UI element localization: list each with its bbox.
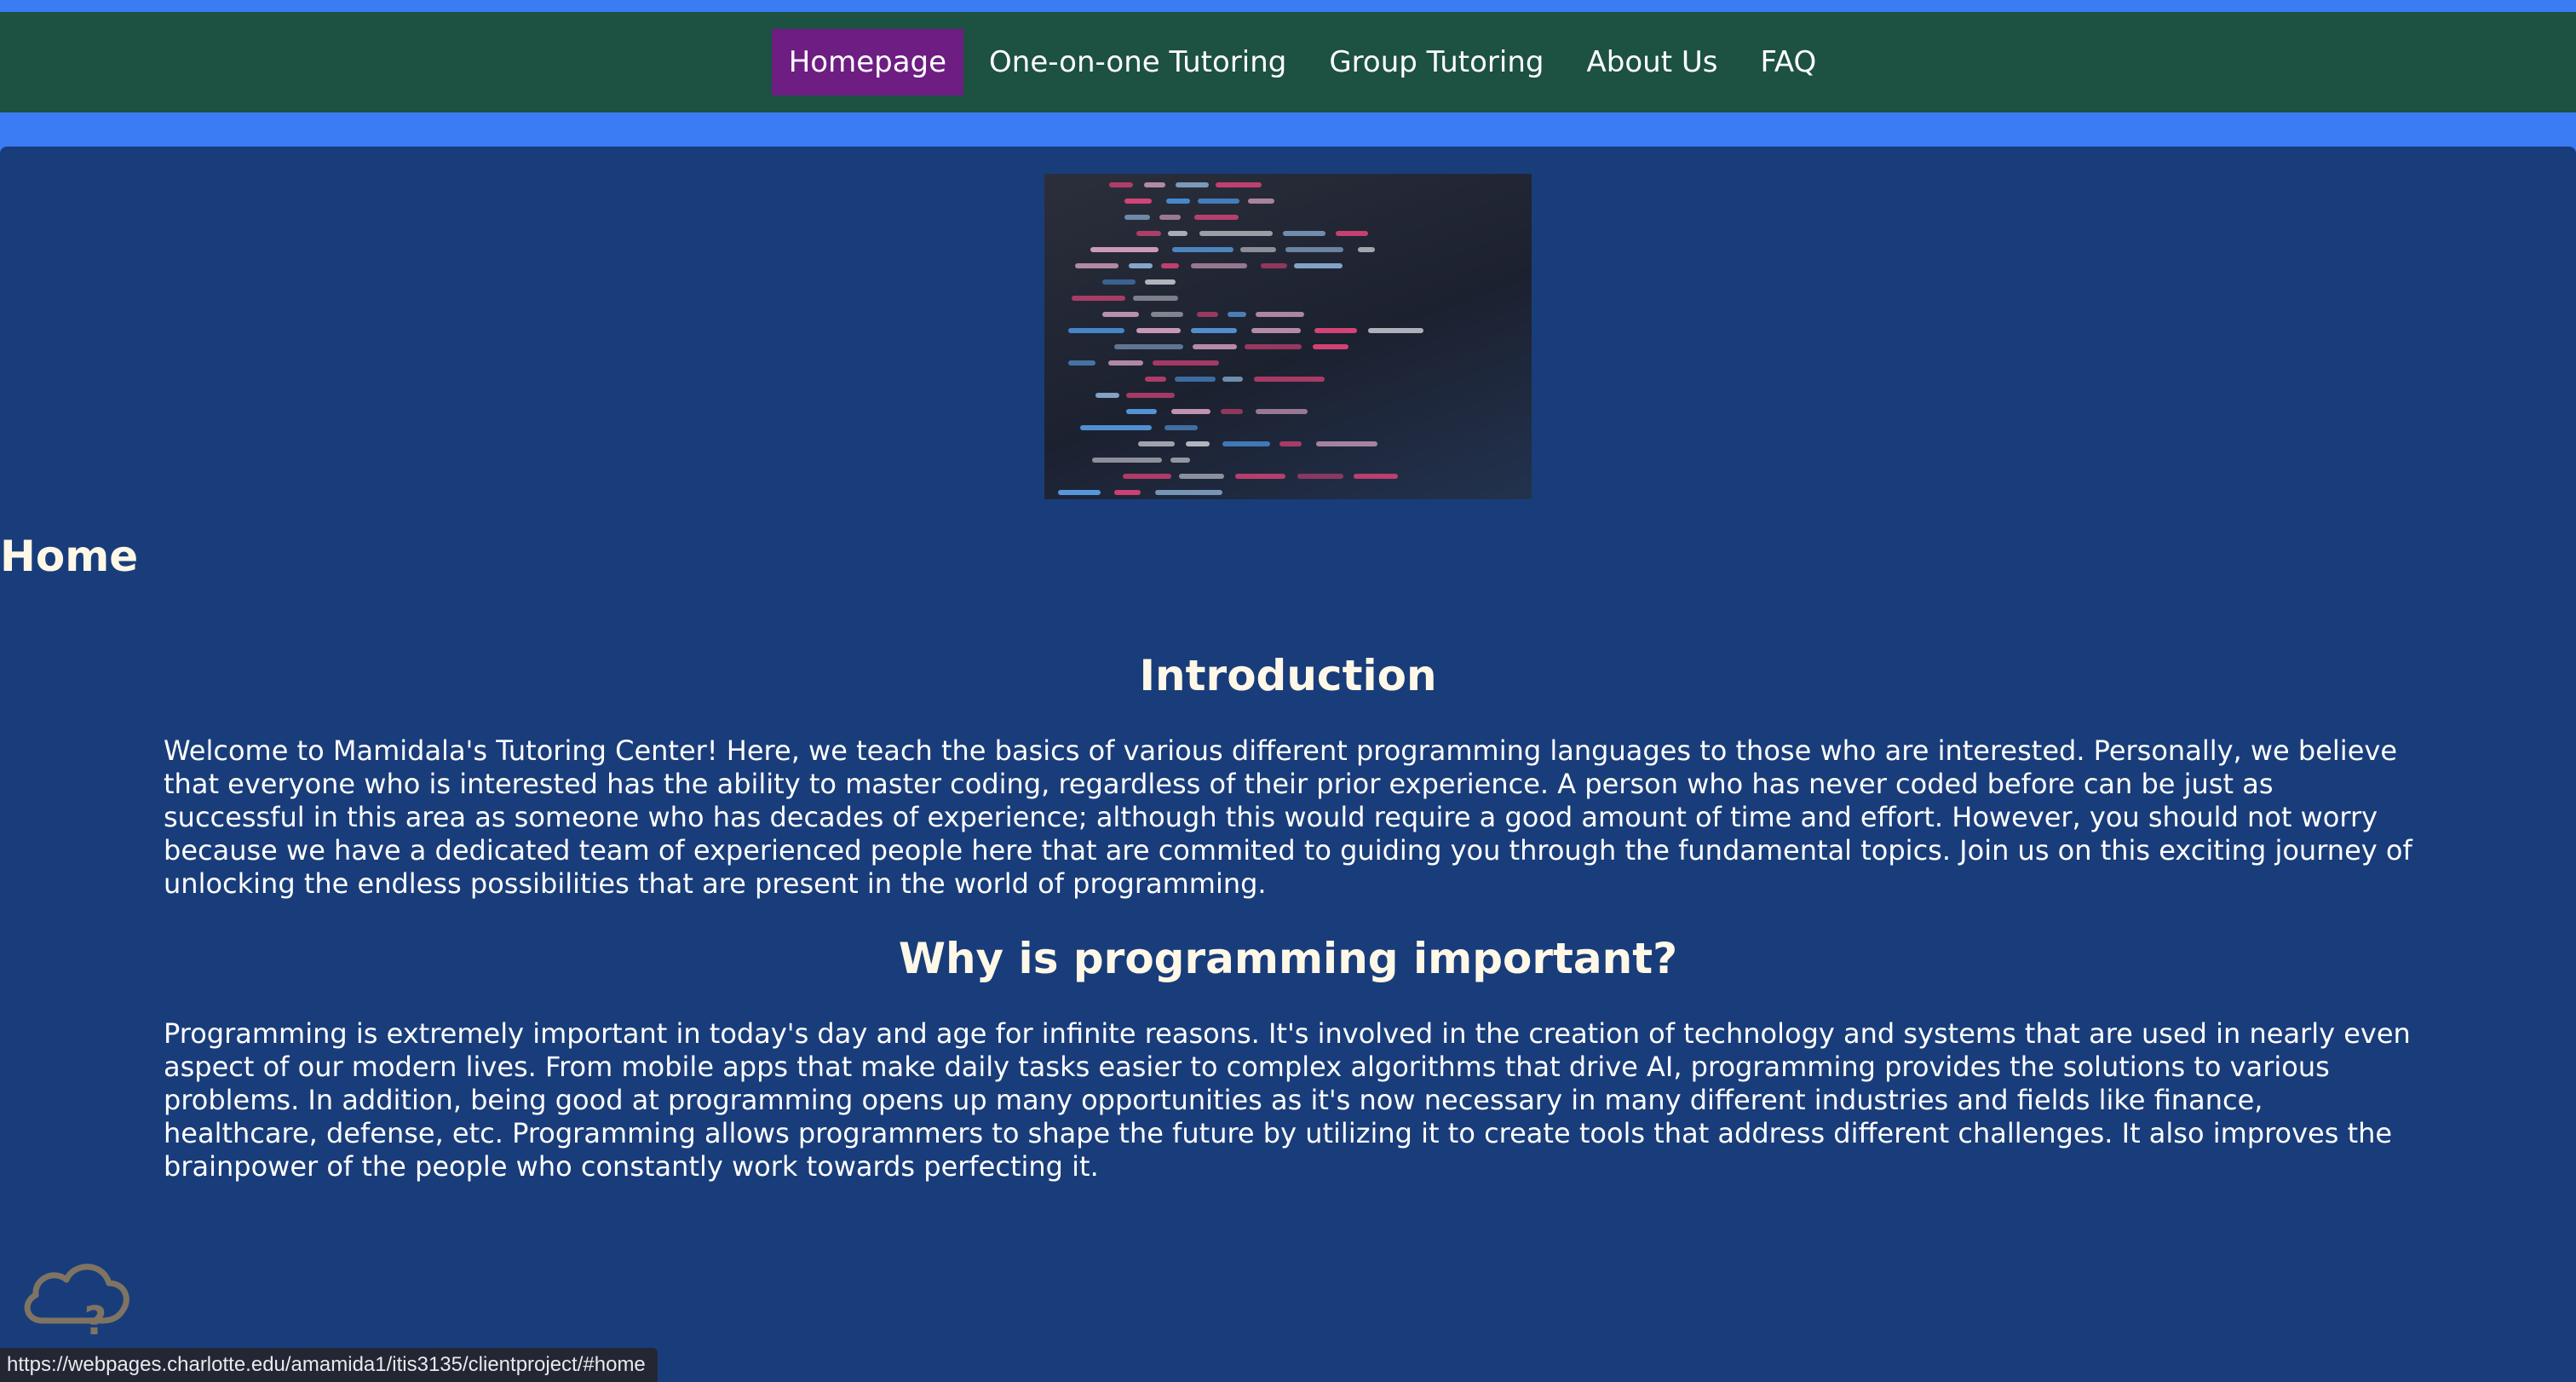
code-texture-line	[1129, 263, 1153, 268]
code-texture-line	[1240, 247, 1276, 252]
code-texture-line	[1145, 279, 1176, 285]
code-texture-line	[1136, 231, 1161, 236]
code-texture-line	[1153, 360, 1219, 366]
code-texture-line	[1109, 182, 1133, 187]
code-texture-line	[1199, 231, 1273, 236]
code-texture-line	[1186, 441, 1210, 446]
top-accent-strip	[0, 0, 2576, 12]
code-texture-line	[1144, 182, 1165, 187]
code-texture-line	[1222, 441, 1270, 446]
code-texture-line	[1235, 474, 1285, 479]
nav-item-about-us[interactable]: About Us	[1570, 29, 1735, 95]
code-texture-line	[1108, 360, 1143, 366]
nav-list: Homepage One-on-one Tutoring Group Tutor…	[771, 29, 1834, 95]
code-texture-line	[1256, 409, 1308, 414]
code-texture-line	[1216, 182, 1262, 187]
code-texture-line	[1168, 231, 1187, 236]
code-texture-line	[1221, 409, 1243, 414]
code-texture-line	[1170, 458, 1190, 463]
code-texture-line	[1176, 182, 1209, 187]
code-texture-line	[1248, 199, 1274, 204]
code-texture-line	[1090, 247, 1159, 252]
code-texture-line	[1222, 377, 1243, 382]
code-texture-line	[1136, 328, 1181, 333]
code-texture-line	[1191, 263, 1247, 268]
code-texture-line	[1161, 263, 1179, 268]
code-texture-line	[1198, 199, 1239, 204]
code-texture-line	[1145, 377, 1166, 382]
code-texture-line	[1171, 409, 1210, 414]
code-texture-line	[1358, 247, 1375, 252]
page-title: Home	[0, 532, 139, 581]
code-texture-line	[1166, 199, 1190, 204]
code-texture-line	[1068, 328, 1124, 333]
code-texture-line	[1313, 344, 1348, 349]
code-texture-line	[1114, 490, 1141, 495]
code-texture-line	[1314, 328, 1357, 333]
code-texture-line	[1124, 199, 1152, 204]
code-texture-line	[1297, 474, 1343, 479]
code-texture-line	[1126, 393, 1175, 398]
code-texture-line	[1194, 215, 1239, 220]
nav-item-one-on-one-tutoring[interactable]: One-on-one Tutoring	[972, 29, 1303, 95]
code-texture-line	[1294, 263, 1343, 268]
why-programming-paragraph: Programming is extremely important in to…	[164, 1017, 2411, 1183]
code-texture-line	[1102, 279, 1136, 285]
code-texture-line	[1068, 360, 1095, 366]
code-screen-image	[1044, 174, 1532, 499]
code-texture-line	[1102, 312, 1139, 317]
cloud-question-icon[interactable]: ?	[17, 1246, 136, 1339]
code-texture-line	[1080, 425, 1152, 430]
code-texture-line	[1151, 312, 1183, 317]
code-texture-line	[1138, 441, 1175, 446]
code-texture-line	[1285, 247, 1343, 252]
code-texture-line	[1159, 215, 1181, 220]
introduction-paragraph: Welcome to Mamidala's Tutoring Center! H…	[164, 734, 2412, 900]
code-texture-line	[1316, 441, 1377, 446]
code-texture-line	[1251, 328, 1301, 333]
nav-item-homepage[interactable]: Homepage	[771, 29, 964, 95]
code-texture-line	[1075, 263, 1118, 268]
header-band	[0, 112, 2576, 147]
code-texture-line	[1155, 490, 1222, 495]
code-texture-line	[1133, 296, 1178, 301]
nav-item-group-tutoring[interactable]: Group Tutoring	[1312, 29, 1561, 95]
code-texture-line	[1172, 247, 1233, 252]
code-texture-line	[1092, 458, 1162, 463]
code-texture-line	[1123, 474, 1171, 479]
code-texture-line	[1072, 296, 1125, 301]
code-texture-line	[1228, 312, 1246, 317]
code-texture-line	[1336, 231, 1368, 236]
code-texture-line	[1254, 377, 1325, 382]
main-content: Home Introduction Welcome to Mamidala's …	[0, 147, 2576, 1382]
code-texture-line	[1126, 409, 1157, 414]
main-navigation: Homepage One-on-one Tutoring Group Tutor…	[0, 12, 2576, 112]
svg-text:?: ?	[84, 1298, 107, 1339]
code-texture-line	[1191, 328, 1237, 333]
nav-item-faq[interactable]: FAQ	[1743, 29, 1833, 95]
why-programming-heading: Why is programming important?	[898, 934, 1678, 983]
code-texture-line	[1095, 393, 1119, 398]
code-texture-line	[1354, 474, 1398, 479]
code-texture-line	[1164, 425, 1198, 430]
introduction-heading: Introduction	[1139, 651, 1437, 700]
code-texture-line	[1256, 312, 1304, 317]
code-texture-line	[1245, 344, 1302, 349]
code-texture-line	[1261, 263, 1287, 268]
status-bar-url: https://webpages.charlotte.edu/amamida1/…	[0, 1348, 658, 1382]
code-texture-line	[1114, 344, 1183, 349]
code-texture-line	[1058, 490, 1101, 495]
code-texture-line	[1197, 312, 1218, 317]
code-texture-line	[1193, 344, 1237, 349]
code-texture-line	[1283, 231, 1325, 236]
code-texture-line	[1175, 377, 1216, 382]
code-texture-line	[1179, 474, 1224, 479]
code-texture-line	[1279, 441, 1302, 446]
code-texture-line	[1124, 215, 1150, 220]
code-texture-line	[1368, 328, 1423, 333]
